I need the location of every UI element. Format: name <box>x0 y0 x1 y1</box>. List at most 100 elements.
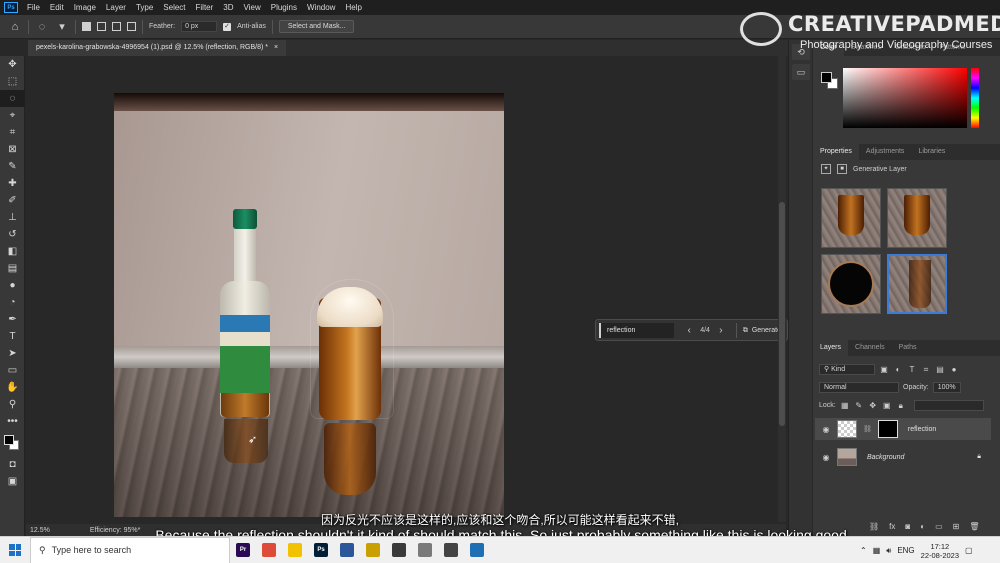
taskbar-app-app7[interactable] <box>386 537 412 563</box>
taskbar-app-chrome[interactable] <box>256 537 282 563</box>
menu-3d[interactable]: 3D <box>218 0 238 15</box>
menu-view[interactable]: View <box>239 0 266 15</box>
gradient-tool-icon[interactable]: ▤ <box>0 260 25 277</box>
taskbar-app-app9[interactable] <box>438 537 464 563</box>
pen-tool-icon[interactable]: ✒ <box>0 311 25 328</box>
lock-pixels-icon[interactable]: ✎ <box>854 401 864 411</box>
eraser-tool-icon[interactable]: ◧ <box>0 243 25 260</box>
screen-mode-icon[interactable]: ▣ <box>0 473 25 490</box>
lasso-tool-icon[interactable]: ◌ <box>0 90 25 107</box>
tab-adjustments[interactable]: Adjustments <box>859 144 912 160</box>
layer-name[interactable]: reflection <box>908 426 936 433</box>
tab-layers[interactable]: Layers <box>813 340 849 356</box>
eye-icon[interactable]: ◉ <box>821 453 831 462</box>
layer-mask-thumbnail[interactable] <box>877 420 898 438</box>
layer-row-reflection[interactable]: ◉ ⛓ reflection <box>815 418 991 440</box>
new-selection-icon[interactable] <box>82 22 91 31</box>
comments-panel-icon[interactable]: ▭ <box>792 64 810 80</box>
intersect-selection-icon[interactable] <box>127 22 136 31</box>
variation-thumbnail-3[interactable] <box>821 254 881 314</box>
network-icon[interactable]: ▦ <box>873 546 881 555</box>
brush-tool-icon[interactable]: ✐ <box>0 192 25 209</box>
variation-thumbnail-2[interactable] <box>887 188 947 248</box>
filter-toggle-icon[interactable]: ● <box>949 365 959 375</box>
tab-channels[interactable]: Channels <box>848 340 892 356</box>
home-icon[interactable]: ⌂ <box>8 20 22 34</box>
menu-type[interactable]: Type <box>131 0 158 15</box>
tab-libraries[interactable]: Libraries <box>911 144 952 160</box>
taskbar-app-premiere[interactable]: Pr <box>230 537 256 563</box>
start-button[interactable] <box>0 537 30 563</box>
eyedropper-tool-icon[interactable]: ✎ <box>0 158 25 175</box>
fill-slider[interactable] <box>913 400 984 411</box>
tab-properties[interactable]: Properties <box>813 144 859 160</box>
antialias-checkbox[interactable]: ✓ <box>223 22 232 31</box>
trash-icon[interactable]: 🗑︎ <box>969 522 979 531</box>
healing-brush-tool-icon[interactable]: ✚ <box>0 175 25 192</box>
notifications-icon[interactable]: ▢ <box>965 546 973 555</box>
lock-position-icon[interactable]: ✥ <box>868 401 878 411</box>
lock-all-icon[interactable]: 🔒︎ <box>896 401 906 411</box>
crop-tool-icon[interactable]: ⌗ <box>0 124 25 141</box>
filter-type-icon[interactable]: T <box>907 365 917 375</box>
marquee-tool-icon[interactable]: ⬚ <box>0 73 25 90</box>
menu-filter[interactable]: Filter <box>191 0 219 15</box>
zoom-tool-icon[interactable]: ⚲ <box>0 396 25 413</box>
variation-thumbnail-4[interactable] <box>887 254 947 314</box>
filter-kind-select[interactable]: ⚲ Kind <box>819 364 875 375</box>
taskbar-search-box[interactable]: ⚲ Type here to search <box>30 536 230 563</box>
taskbar-app-app10[interactable] <box>464 537 490 563</box>
menu-select[interactable]: Select <box>158 0 190 15</box>
menu-file[interactable]: File <box>22 0 45 15</box>
color-picker-field[interactable] <box>843 68 967 128</box>
layer-name[interactable]: Background <box>867 454 904 461</box>
scrollbar-thumb[interactable] <box>779 202 785 426</box>
hand-tool-icon[interactable]: ✋ <box>0 379 25 396</box>
taskbar-app-app6[interactable] <box>360 537 386 563</box>
foreground-color-swatch[interactable] <box>821 72 832 83</box>
document-image[interactable]: ➶ <box>114 93 504 517</box>
move-tool-icon[interactable]: ✥ <box>0 56 25 73</box>
opacity-input[interactable]: 100% <box>932 382 961 393</box>
eye-icon[interactable]: ◉ <box>821 425 831 434</box>
subtract-selection-icon[interactable] <box>112 22 121 31</box>
close-icon[interactable]: × <box>274 40 278 56</box>
new-layer-icon[interactable]: ⊞ <box>953 522 960 531</box>
adjustment-icon[interactable]: ◐ <box>920 522 925 531</box>
history-brush-tool-icon[interactable]: ↺ <box>0 226 25 243</box>
quick-mask-icon[interactable]: ◘ <box>0 456 25 473</box>
select-and-mask-button[interactable]: Select and Mask... <box>278 20 355 33</box>
type-tool-icon[interactable]: T <box>0 328 25 345</box>
frame-tool-icon[interactable]: ⊠ <box>0 141 25 158</box>
hue-slider[interactable] <box>971 68 979 128</box>
menu-layer[interactable]: Layer <box>101 0 131 15</box>
language-indicator[interactable]: ENG <box>897 546 914 555</box>
link-icon[interactable]: ⛓ <box>863 425 872 433</box>
volume-icon[interactable]: 🔊︎ <box>886 546 891 556</box>
add-selection-icon[interactable] <box>97 22 106 31</box>
menu-help[interactable]: Help <box>340 0 366 15</box>
color-swatches[interactable] <box>0 430 25 456</box>
taskbar-app-app8[interactable] <box>412 537 438 563</box>
filter-adjustment-icon[interactable]: ◐ <box>893 365 903 375</box>
taskbar-app-explorer[interactable] <box>282 537 308 563</box>
generative-prompt-input[interactable]: reflection <box>599 322 675 338</box>
chevron-right-icon[interactable]: › <box>714 325 728 336</box>
blend-mode-select[interactable]: Normal <box>819 382 899 393</box>
more-tools-icon[interactable]: ••• <box>0 413 25 430</box>
dodge-tool-icon[interactable]: ◔ <box>0 294 25 311</box>
zoom-level[interactable]: 12.5% <box>30 527 50 534</box>
blur-tool-icon[interactable]: ● <box>0 277 25 294</box>
add-mask-icon[interactable]: ◙ <box>905 522 910 531</box>
vertical-scrollbar[interactable] <box>778 56 786 522</box>
clock[interactable]: 17:12 22-08-2023 <box>921 542 959 560</box>
chevron-left-icon[interactable]: ‹ <box>682 325 696 336</box>
filter-pixel-icon[interactable]: ▣ <box>879 365 889 375</box>
lock-artboard-icon[interactable]: ▣ <box>882 401 892 411</box>
taskbar-app-app5[interactable] <box>334 537 360 563</box>
chevron-down-icon[interactable]: ▾ <box>55 20 69 34</box>
object-selection-tool-icon[interactable]: ⌖ <box>0 107 25 124</box>
path-selection-tool-icon[interactable]: ➤ <box>0 345 25 362</box>
tray-chevron-icon[interactable]: ⌃ <box>860 546 867 555</box>
fx-icon[interactable]: fx <box>889 522 895 531</box>
